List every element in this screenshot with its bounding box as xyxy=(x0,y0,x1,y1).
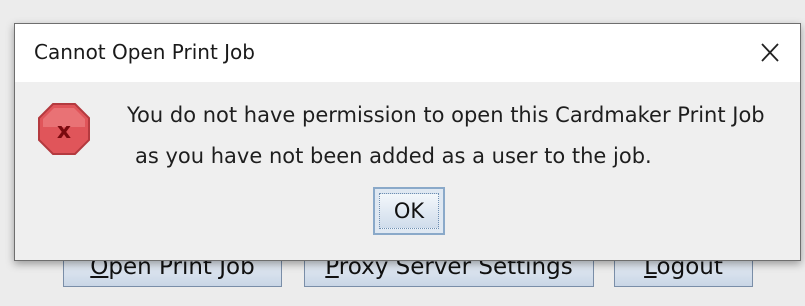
close-button[interactable] xyxy=(750,34,790,72)
error-message-line1: You do not have permission to open this … xyxy=(127,103,765,127)
error-dialog: Cannot Open Print Job x You do not have … xyxy=(14,23,801,261)
dialog-title: Cannot Open Print Job xyxy=(34,40,255,64)
svg-text:x: x xyxy=(57,119,71,144)
ok-button[interactable]: OK xyxy=(373,187,445,235)
ok-button-label: OK xyxy=(379,193,439,229)
error-message-line2: as you have not been added as a user to … xyxy=(135,144,652,168)
dialog-titlebar[interactable]: Cannot Open Print Job xyxy=(15,24,800,82)
close-icon xyxy=(761,43,779,62)
error-icon: x xyxy=(36,101,92,157)
